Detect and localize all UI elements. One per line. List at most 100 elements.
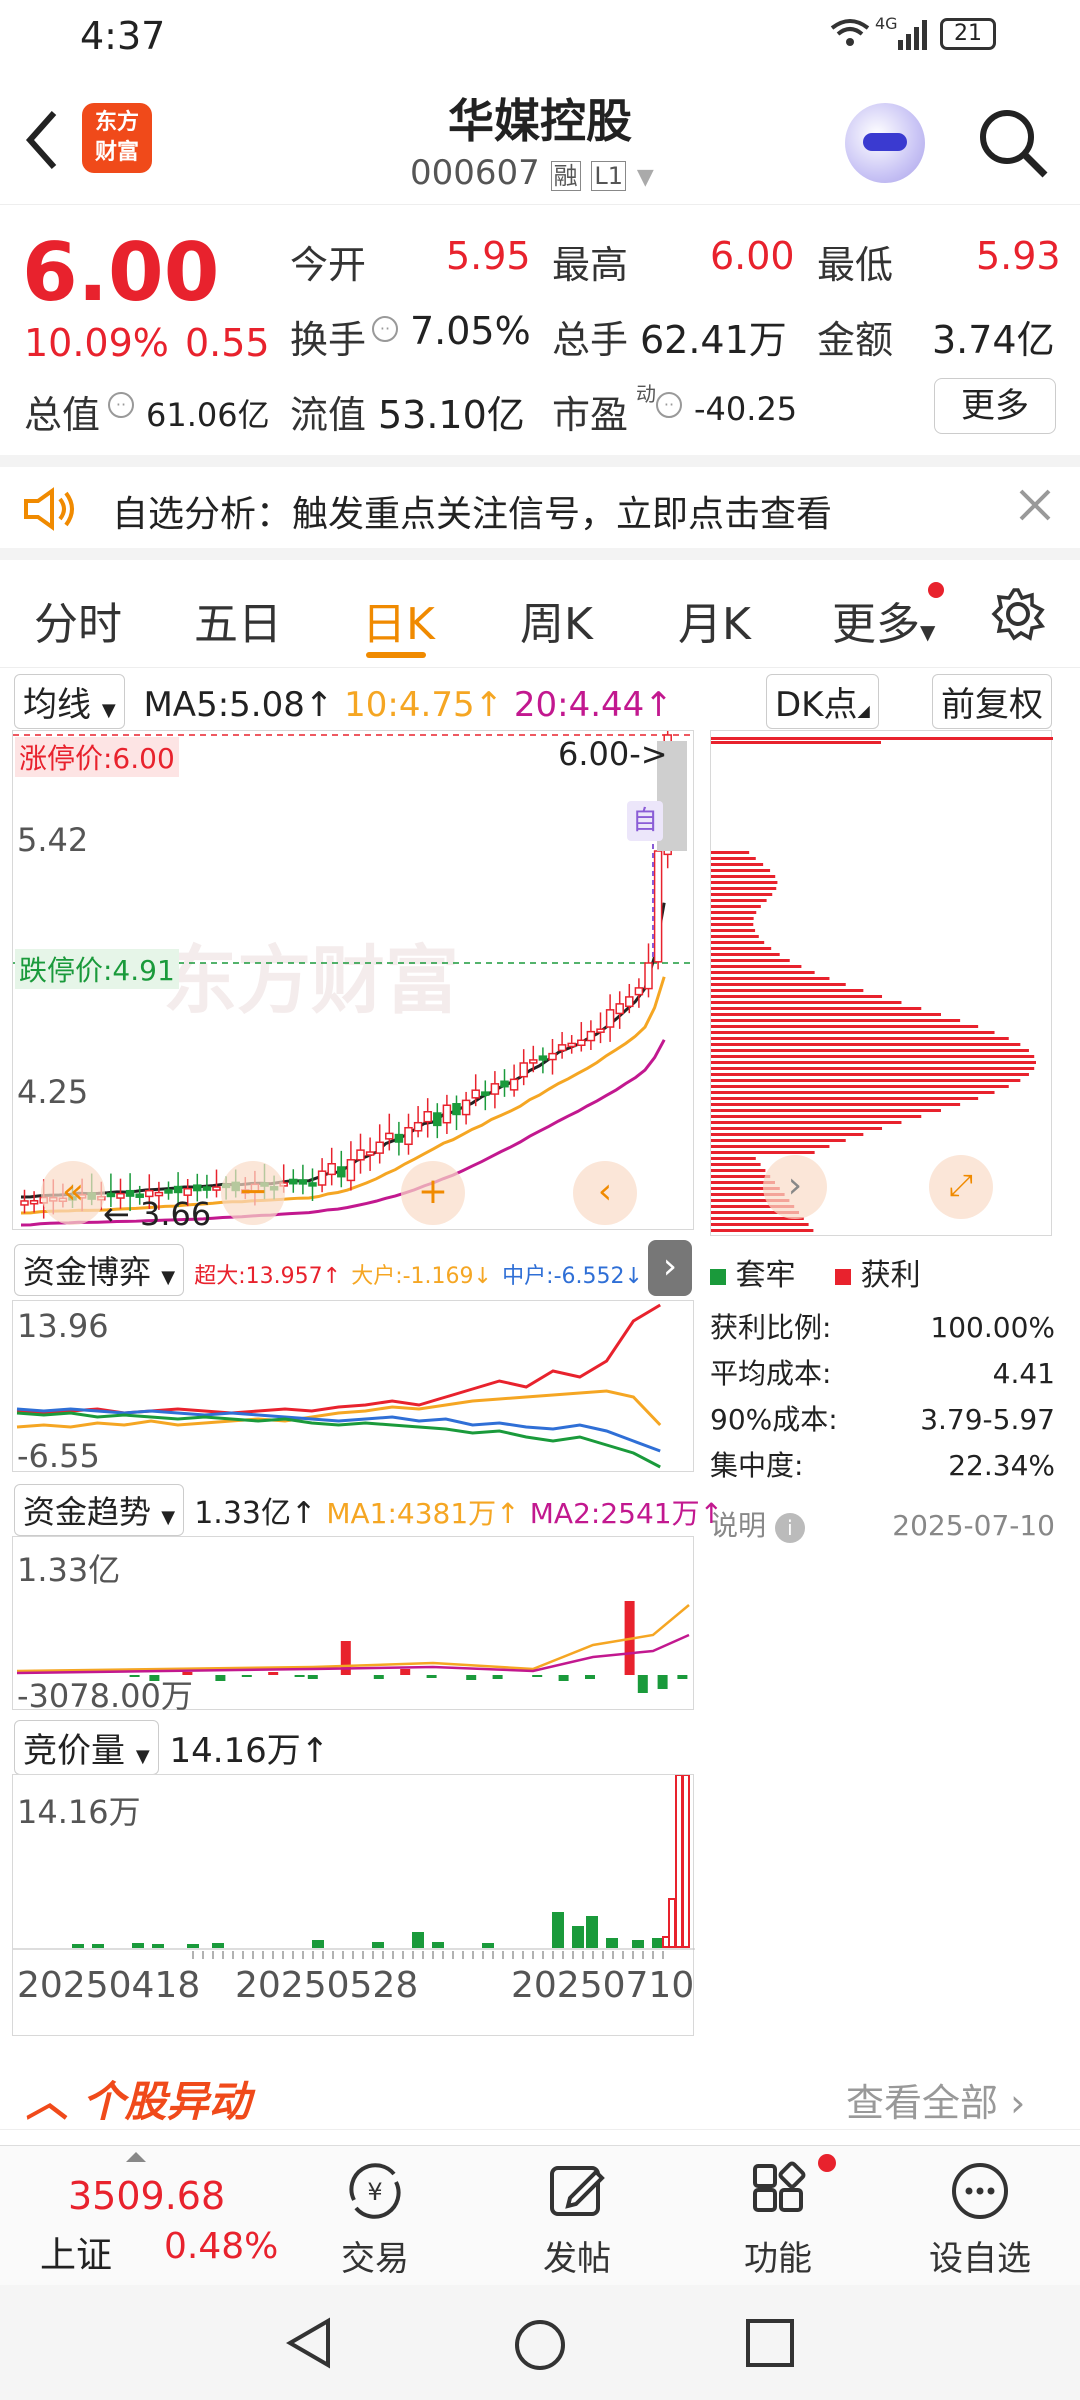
candle xyxy=(327,1162,336,1176)
auction-volume-selector[interactable]: 竞价量 ▼ xyxy=(14,1720,159,1775)
zoom-out-icon[interactable]: − xyxy=(221,1161,285,1225)
features-button[interactable]: 功能 xyxy=(678,2146,878,2286)
trade-button[interactable]: ¥ 交易 xyxy=(275,2146,475,2286)
chevron-up-icon: ︿ xyxy=(26,2077,69,2126)
zoom-in-icon[interactable]: + xyxy=(401,1161,465,1225)
view-all-link[interactable]: 查看全部 › xyxy=(846,2072,1025,2127)
kline-chart[interactable]: 东方财富 涨停价:6.00 5.42 跌停价:4.91 4.25 6.00-> … xyxy=(12,730,695,1233)
fund-trend-bar xyxy=(307,1675,318,1679)
high-label: 最高 xyxy=(552,243,629,287)
info-icon[interactable]: ·· xyxy=(108,392,134,418)
candle xyxy=(193,1184,202,1192)
chip-bar xyxy=(711,863,764,866)
scroll-left-fast-icon[interactable]: « xyxy=(41,1161,105,1225)
close-icon[interactable] xyxy=(1015,485,1055,529)
level-badge: L1 xyxy=(591,161,627,191)
stock-anomaly-section[interactable]: ︿ 个股异动 查看全部 › xyxy=(0,2050,1080,2130)
candle xyxy=(452,1103,461,1116)
tab-intraday[interactable]: 分时 xyxy=(34,588,122,652)
candle xyxy=(394,1133,404,1143)
auction-bar xyxy=(372,1942,384,1948)
tab-weekly-k[interactable]: 周K xyxy=(520,588,593,652)
candle xyxy=(586,1030,596,1042)
analysis-banner[interactable]: 自选分析：触发重点关注信号，立即点击查看 xyxy=(0,455,1080,560)
chip-bar xyxy=(711,965,802,968)
candle xyxy=(29,1200,39,1205)
chip-bar xyxy=(711,1109,941,1112)
post-button[interactable]: 发帖 xyxy=(477,2146,677,2286)
candle xyxy=(615,1003,624,1015)
nav-recents-icon[interactable] xyxy=(744,2317,796,2373)
volume-value: 62.41万 xyxy=(640,318,787,362)
ma5-line xyxy=(20,902,666,1199)
y-axis-label: -6.55 xyxy=(17,1437,100,1475)
candle xyxy=(385,1132,394,1140)
chip-bar xyxy=(711,1055,1035,1058)
ma10-value: 10:4.75↑ xyxy=(344,685,504,725)
notification-dot xyxy=(818,2154,836,2172)
info-icon[interactable]: ·· xyxy=(656,392,682,418)
nav-home-icon[interactable] xyxy=(512,2317,568,2377)
speaker-icon xyxy=(22,487,82,535)
robot-assistant-icon[interactable] xyxy=(845,103,925,183)
y-axis-label: 13.96 xyxy=(17,1307,109,1345)
chip-bar xyxy=(711,1049,1029,1052)
search-icon[interactable] xyxy=(975,105,1051,185)
chip-bar xyxy=(711,851,750,854)
scroll-left-icon[interactable]: ‹ xyxy=(573,1161,637,1225)
fund-trend-chart[interactable]: 1.33亿 -3078.00万 xyxy=(12,1536,694,1715)
nav-back-icon[interactable] xyxy=(282,2315,334,2375)
chip-bars xyxy=(711,737,1053,1232)
trade-label: 交易 xyxy=(341,2239,409,2279)
fund-trend-bar xyxy=(373,1675,384,1679)
info-icon: i xyxy=(774,1513,805,1543)
ma-selector[interactable]: 均线 ▼ xyxy=(14,674,125,729)
chip-bar xyxy=(711,1157,756,1160)
signal-icon xyxy=(898,18,928,59)
more-button[interactable]: 更多 xyxy=(934,378,1056,434)
adjust-mode-button[interactable]: 前复权 xyxy=(932,674,1052,729)
settings-gear-icon[interactable] xyxy=(990,586,1046,653)
auction-volume-chart[interactable]: 14.16万 20250418 20250528 20250710 xyxy=(12,1774,695,2036)
float-value: 53.10亿 xyxy=(378,393,525,437)
auction-bar xyxy=(212,1943,224,1948)
expand-icon[interactable]: ⤢ xyxy=(929,1155,993,1219)
date-label: 20250710 xyxy=(511,1965,695,2006)
candle xyxy=(557,1044,567,1052)
chip-bar xyxy=(711,1139,846,1142)
grid-icon xyxy=(753,2161,806,2212)
chip-distribution-chart[interactable]: › ⤢ xyxy=(710,730,1053,1236)
back-icon[interactable] xyxy=(20,105,64,179)
tab-daily-k[interactable]: 日K xyxy=(362,588,435,652)
stock-code-row[interactable]: 000607 融 L1 ▼ xyxy=(410,153,654,193)
fund-trend-bar xyxy=(340,1641,351,1675)
tab-more[interactable]: 更多▼ xyxy=(832,588,935,652)
index-value[interactable]: 3509.68 xyxy=(68,2174,225,2218)
chip-stat-label: 集中度: xyxy=(710,1449,804,1482)
tab-monthly-k[interactable]: 月K xyxy=(678,588,751,652)
candle xyxy=(548,1052,557,1061)
chip-note[interactable]: 说明 i xyxy=(710,1503,805,1549)
chip-bar xyxy=(711,923,754,926)
quote-panel: 6.00 10.09% 0.55 今开 5.95 最高 6.00 最低 5.93… xyxy=(0,206,1080,456)
open-label: 今开 xyxy=(290,243,367,287)
chip-bar xyxy=(711,1163,761,1166)
fund-trend-bar xyxy=(294,1675,305,1677)
tab-more-label: 更多 xyxy=(832,599,920,650)
add-watchlist-button[interactable]: 设自选 xyxy=(880,2146,1080,2286)
high-value: 6.00 xyxy=(710,234,795,278)
info-icon[interactable]: ·· xyxy=(372,316,398,342)
mktcap-label: 总值 xyxy=(24,393,101,437)
fund-trend-selector[interactable]: 资金趋势 ▼ xyxy=(14,1484,185,1536)
expand-arrow-icon[interactable]: › xyxy=(648,1240,692,1296)
chip-next-icon[interactable]: › xyxy=(763,1155,827,1219)
dk-point-button[interactable]: DK点◢ xyxy=(766,674,879,729)
y-axis-label: 1.33亿 xyxy=(17,1551,121,1589)
fund-trend-header: 资金趋势 ▼ 1.33亿↑ MA1:4381万↑ MA2:2541万↑ xyxy=(14,1484,723,1536)
tab-five-day[interactable]: 五日 xyxy=(194,588,282,652)
chip-bar xyxy=(711,899,767,902)
candle xyxy=(202,1186,212,1191)
fund-game-selector[interactable]: 资金博弈 ▼ xyxy=(14,1244,185,1296)
fund-trend-bar xyxy=(492,1675,503,1679)
fund-game-chart[interactable]: 13.96 -6.55 xyxy=(12,1300,694,1475)
